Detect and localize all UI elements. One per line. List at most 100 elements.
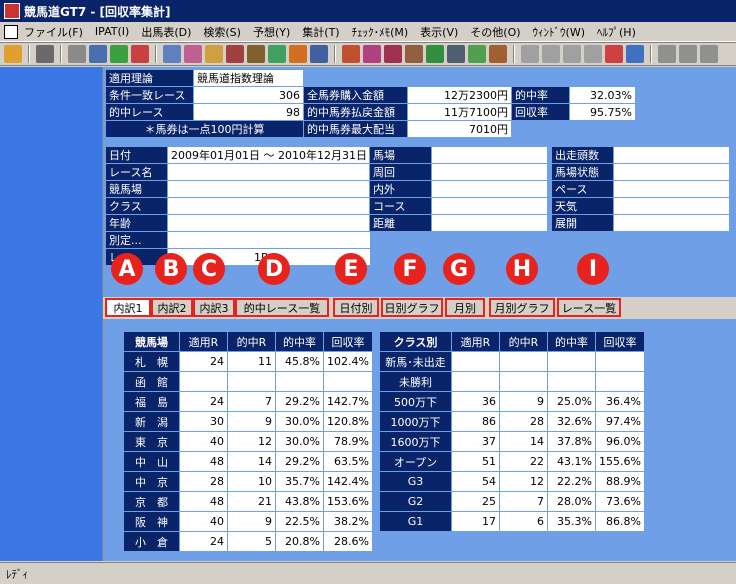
table-icon[interactable] <box>89 45 107 63</box>
applied-cell: 48 <box>179 491 228 512</box>
conditions-middle: 馬場 周回 内外 コース 距離 <box>369 146 548 232</box>
match-value: 306 <box>193 86 304 104</box>
tab-monthly-graph[interactable]: 月別グラフ <box>489 298 555 317</box>
hit-rate-cell: 45.8% <box>275 351 324 372</box>
tab-race-list[interactable]: レース一覧 <box>557 298 621 317</box>
applied-cell: 30 <box>179 411 228 432</box>
tile-icon[interactable] <box>658 45 676 63</box>
applied-cell: 17 <box>451 511 500 532</box>
calc-note: ＊馬券は一点100円計算 <box>105 120 304 138</box>
hit-rate-cell: 43.1% <box>547 451 596 472</box>
menu-file[interactable]: ファイル(F) <box>24 24 83 40</box>
arrange-icon[interactable] <box>626 45 644 63</box>
hit-cell: 12 <box>227 431 276 452</box>
stable-icon[interactable] <box>405 45 423 63</box>
tab-daily-graph[interactable]: 日別グラフ <box>381 298 443 317</box>
jockey-icon[interactable] <box>247 45 265 63</box>
race-icon[interactable] <box>384 45 402 63</box>
hit-cell: 22 <box>499 451 548 472</box>
hit-cell: 7 <box>499 491 548 512</box>
memo-icon[interactable] <box>268 45 286 63</box>
purchase-value: 12万2300円 <box>407 86 512 104</box>
menu-view[interactable]: 表示(V) <box>420 24 458 40</box>
menu-search[interactable]: 検索(S) <box>203 24 241 40</box>
refresh-icon[interactable] <box>426 45 444 63</box>
chart-icon[interactable] <box>110 45 128 63</box>
menu-predict[interactable]: 予想(Y) <box>253 24 290 40</box>
conditions-left: 日付 2009年01月01日 〜 2010年12月31日 レース名 競馬場 クラス… <box>105 146 371 266</box>
tab-hit-races[interactable]: 的中レース一覧 <box>235 298 329 317</box>
runners-label: 出走頭数 <box>551 146 614 164</box>
graph-icon[interactable] <box>468 45 486 63</box>
people-icon[interactable] <box>184 45 202 63</box>
max-payout-label: 的中馬券最大配当 <box>303 120 408 138</box>
window-title: 競馬道GT7 - [回収率集計] <box>24 4 171 19</box>
menu-help[interactable]: ﾍﾙﾌﾟ(H) <box>597 24 636 40</box>
list-icon[interactable] <box>68 45 86 63</box>
menu-other[interactable]: その他(O) <box>470 24 520 40</box>
alert-icon[interactable] <box>605 45 623 63</box>
table-row: 1600万下 37 14 37.8% 96.0% <box>379 431 645 452</box>
hit-rate-cell <box>547 351 596 372</box>
open-icon[interactable] <box>4 45 22 63</box>
class-name: 未勝利 <box>379 371 452 392</box>
hit-rate-cell: 22.2% <box>547 471 596 492</box>
class-name: 500万下 <box>379 391 452 412</box>
tab-breakdown-3[interactable]: 内訳3 <box>193 298 235 317</box>
horse-icon[interactable] <box>131 45 149 63</box>
calendar-icon[interactable] <box>205 45 223 63</box>
hit-col-header: 的中R <box>227 331 276 352</box>
tab-breakdown-1[interactable]: 内訳1 <box>105 298 151 317</box>
applied-cell: 40 <box>179 431 228 452</box>
date-label: 日付 <box>105 146 168 164</box>
table-row: 函 館 <box>123 371 373 392</box>
print-icon[interactable] <box>36 45 54 63</box>
document-icon[interactable] <box>4 24 18 39</box>
tab-monthly[interactable]: 月別 <box>445 298 485 317</box>
menu-ipat[interactable]: IPAT(I) <box>95 25 129 38</box>
hit-cell: 7 <box>227 391 276 412</box>
summary-table: 適用理論 競馬道指数理論 条件一致レース 306 全馬券購入金額 12万2300… <box>105 69 636 138</box>
race-name-label: レース名 <box>105 163 168 181</box>
main-panel: 適用理論 競馬道指数理論 条件一致レース 306 全馬券購入金額 12万2300… <box>103 67 736 561</box>
venue-table: 競馬場 適用R 的中R 的中率 回収率 札 幌 24 11 45.8% 102.4% 函… <box>123 331 373 552</box>
monitor-icon[interactable] <box>447 45 465 63</box>
return-cell: 120.8% <box>323 411 373 432</box>
weather-value <box>613 197 730 215</box>
tab-breakdown-2[interactable]: 内訳2 <box>151 298 193 317</box>
hit-rate-value: 32.03% <box>569 86 636 104</box>
hit-rate-cell: 30.0% <box>275 411 324 432</box>
hit-rate-cell: 32.6% <box>547 411 596 432</box>
flag-icon[interactable] <box>363 45 381 63</box>
tab-by-date[interactable]: 日付別 <box>333 298 379 317</box>
menu-bar: ファイル(F) IPAT(I) 出馬表(D) 検索(S) 予想(Y) 集計(T)… <box>0 22 736 42</box>
menu-stats[interactable]: 集計(T) <box>302 24 339 40</box>
hit-rate-cell <box>275 371 324 392</box>
window-icon[interactable] <box>163 45 181 63</box>
return-label: 回収率 <box>511 103 570 121</box>
check-icon[interactable] <box>489 45 507 63</box>
return-cell <box>595 371 645 392</box>
class-name: 1600万下 <box>379 431 452 452</box>
edit-icon[interactable] <box>226 45 244 63</box>
cascade-icon[interactable] <box>679 45 697 63</box>
class-name: 1000万下 <box>379 411 452 432</box>
document-icon[interactable] <box>310 45 328 63</box>
table-row: 小 倉 24 5 20.8% 28.6% <box>123 531 373 552</box>
badge-d: D <box>258 253 290 285</box>
hit-cell: 11 <box>227 351 276 372</box>
table-row: 福 島 24 7 29.2% 142.7% <box>123 391 373 412</box>
special-value <box>167 231 371 249</box>
menu-check-memo[interactable]: ﾁｪｯｸ･ﾒﾓ(M) <box>352 24 409 40</box>
table-row: 新 潟 30 9 30.0% 120.8% <box>123 411 373 432</box>
return-cell: 142.7% <box>323 391 373 412</box>
tool-icon[interactable] <box>342 45 360 63</box>
pace-value <box>613 180 730 198</box>
grid-icon[interactable] <box>700 45 718 63</box>
table-row: G3 54 12 22.2% 88.9% <box>379 471 645 492</box>
menu-window[interactable]: ｳｨﾝﾄﾞｳ(W) <box>533 24 585 40</box>
menu-entries[interactable]: 出馬表(D) <box>141 24 191 40</box>
trainer-icon[interactable] <box>289 45 307 63</box>
table-row: 札 幌 24 11 45.8% 102.4% <box>123 351 373 372</box>
class-header-row: クラス別 適用R 的中R 的中率 回収率 <box>379 331 645 352</box>
